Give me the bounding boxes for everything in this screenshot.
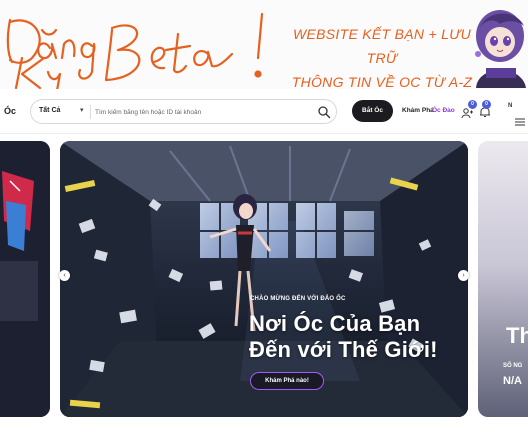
carousel-next-arrow-icon[interactable]: › <box>458 270 469 281</box>
carousel-prev-arrow-icon[interactable]: ‹ <box>59 270 70 281</box>
carousel-slide-prev[interactable] <box>0 141 50 417</box>
friends-badge: 0 <box>468 100 477 109</box>
beta-banner[interactable]: WEBSITE KẾT BẠN + LƯU TRỮ THÔNG TIN VỀ O… <box>0 0 528 89</box>
search-divider <box>90 105 91 119</box>
next-slide-title: Th <box>506 323 528 348</box>
hero-title-line-2: Đến với Thế Giới! <box>249 337 438 362</box>
search-icon[interactable] <box>317 105 331 119</box>
carousel-slide-next[interactable]: Th SỐ NG N/A <box>478 141 528 417</box>
banner-slogan: WEBSITE KẾT BẠN + LƯU TRỮ THÔNG TIN VỀ O… <box>288 22 476 89</box>
hero-title-line-1: Nơi Óc Của Bạn <box>249 311 421 336</box>
next-slide-value: N/A <box>503 375 522 387</box>
search-input[interactable] <box>95 104 315 120</box>
site-logo[interactable]: Óc <box>4 106 16 116</box>
bat-oc-button[interactable]: Bắt Óc <box>352 100 393 122</box>
nav-explore-link[interactable]: Khám Phá <box>402 107 434 114</box>
user-menu-fragment[interactable]: N <box>508 103 512 109</box>
page: WEBSITE KẾT BẠN + LƯU TRỮ THÔNG TIN VỀ O… <box>0 0 528 430</box>
next-slide-label: SỐ NG <box>503 363 523 369</box>
beta-script-logo <box>0 0 280 89</box>
search-bar: Tất Cả ▾ <box>30 99 337 124</box>
hamburger-menu-icon[interactable] <box>514 114 526 126</box>
hero-eyebrow: CHÀO MỪNG ĐẾN VỚI ĐẢO ỐC <box>250 296 346 302</box>
notification-badge: 0 <box>482 100 491 109</box>
search-category-select[interactable]: Tất Cả <box>39 107 60 114</box>
chevron-down-icon[interactable]: ▾ <box>80 106 84 114</box>
nav-oc-dao-link[interactable]: Óc Đảo <box>432 107 455 114</box>
mascot-illustration <box>466 6 528 88</box>
explore-cta-button[interactable]: Khám Phá nào! <box>250 372 324 390</box>
slogan-line-2: THÔNG TIN VỀ OC TỪ A-Z <box>291 74 473 89</box>
slogan-line-1: WEBSITE KẾT BẠN + LƯU TRỮ <box>292 26 472 66</box>
